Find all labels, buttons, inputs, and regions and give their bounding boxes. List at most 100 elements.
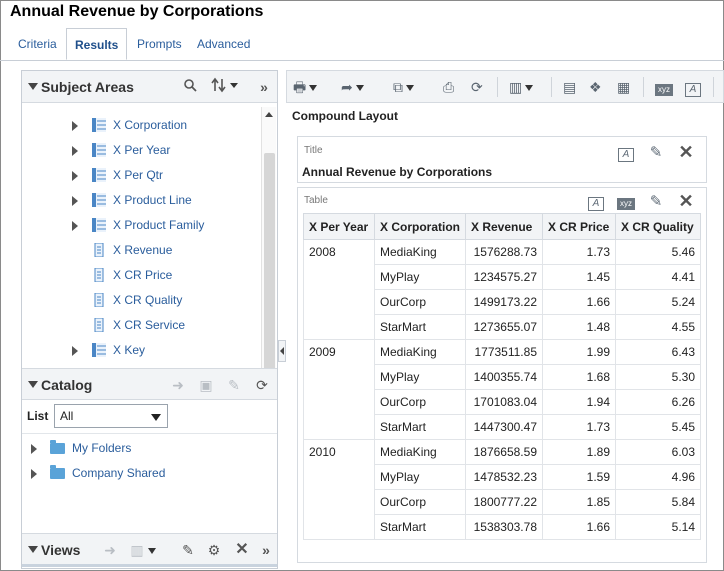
search-icon[interactable] <box>180 77 200 97</box>
tree-item-label: X Corporation <box>113 118 188 132</box>
expand-icon[interactable] <box>31 469 37 479</box>
tree-item-label: X Per Year <box>113 143 171 157</box>
pane-splitter[interactable] <box>278 340 286 362</box>
export-icon[interactable]: ➦ <box>341 78 364 96</box>
tab-advanced[interactable]: Advanced <box>189 28 258 60</box>
filter-icon[interactable]: ❖ <box>589 78 602 96</box>
add-column-icon[interactable]: ▤ <box>563 78 576 96</box>
revenue-cell: 1773511.85 <box>465 339 543 365</box>
edit-icon[interactable]: ✎ <box>646 143 666 163</box>
view-properties-icon[interactable]: ⚙ <box>204 540 224 560</box>
tree-item[interactable]: X Per Qtr <box>22 164 260 186</box>
tree-item[interactable]: X CR Service <box>22 314 260 336</box>
tree-item[interactable]: X CR Price <box>22 264 260 286</box>
new-view-icon[interactable]: ▥ <box>509 78 534 96</box>
tree-item[interactable]: X Key <box>22 339 260 361</box>
sort-icon[interactable] <box>208 77 242 97</box>
toolbar-separator <box>643 77 644 97</box>
scroll-thumb[interactable] <box>264 153 275 381</box>
edit-icon[interactable]: ✎ <box>178 540 198 560</box>
tab-criteria[interactable]: Criteria <box>10 28 65 60</box>
measure-column-icon <box>94 293 104 307</box>
subject-areas-header[interactable]: Subject Areas » <box>22 71 277 103</box>
catalog-folder-item[interactable]: Company Shared <box>22 462 260 484</box>
expand-icon[interactable] <box>72 146 78 156</box>
results-pane: 🖶 ➦ ⧉ ⎙ ⟳ ▥ ▤ ❖ ▦ xyz A Compound Layout … <box>286 70 724 569</box>
format-text-icon[interactable]: A <box>616 143 636 163</box>
cr-quality-cell: 4.96 <box>615 464 701 490</box>
column-header[interactable]: X CR Quality <box>615 213 701 240</box>
results-table: X Per Year X Corporation X Revenue X CR … <box>303 213 701 540</box>
column-header[interactable]: X CR Price <box>542 213 616 240</box>
edit-icon[interactable]: ✎ <box>646 192 666 212</box>
catalog-folder-item[interactable]: My Folders <box>22 437 260 459</box>
tree-item[interactable]: X Corporation <box>22 114 260 136</box>
static-text-icon[interactable]: A <box>685 78 701 97</box>
tab-divider <box>0 60 724 61</box>
tree-item[interactable]: X CR Quality <box>22 289 260 311</box>
tree-item-label: X Product Family <box>113 218 205 232</box>
tree-item[interactable]: X Product Line <box>22 189 260 211</box>
left-pane: Subject Areas » X Corporation X Per Year… <box>21 70 278 569</box>
table-row: 2010 MediaKing 1876658.59 1.89 6.03 <box>303 439 701 540</box>
close-icon[interactable]: ✕ <box>676 191 696 211</box>
print-icon[interactable]: 🖶 <box>293 78 318 96</box>
tree-item[interactable]: X Revenue <box>22 239 260 261</box>
close-icon[interactable]: ✕ <box>676 142 696 162</box>
corporation-cell: MediaKing <box>374 239 466 265</box>
edit-icon: ✎ <box>228 377 240 393</box>
toolbar-separator <box>497 77 498 97</box>
xyz-format-icon[interactable]: xyz <box>616 192 636 212</box>
expand-icon[interactable] <box>72 121 78 131</box>
collapse-triangle-icon[interactable] <box>28 381 38 388</box>
tree-item-label: X Key <box>113 343 146 357</box>
expand-icon[interactable] <box>72 196 78 206</box>
collapse-triangle-icon[interactable] <box>28 546 38 553</box>
collapse-triangle-icon[interactable] <box>28 83 38 90</box>
tree-item[interactable]: X Product Family <box>22 214 260 236</box>
refresh-icon[interactable]: ⟳ <box>471 78 483 96</box>
tab-prompts[interactable]: Prompts <box>129 28 190 60</box>
corporation-cell: StarMart <box>374 414 466 440</box>
expand-icon[interactable] <box>72 346 78 356</box>
close-icon[interactable]: ✕ <box>232 540 252 560</box>
expand-icon[interactable] <box>72 171 78 181</box>
chevron-down-icon[interactable] <box>151 414 161 421</box>
catalog-list-select[interactable]: All <box>54 404 168 428</box>
expand-icon[interactable] <box>72 221 78 231</box>
tree-item-label: X CR Quality <box>113 293 183 307</box>
preview-icon[interactable]: ⎙ <box>443 78 454 96</box>
text-icon[interactable]: xyz <box>655 78 673 96</box>
expand-icon[interactable] <box>31 444 37 454</box>
add-row-icon[interactable]: ▦ <box>617 78 630 96</box>
new-view-icon[interactable]: ▥ <box>126 540 160 560</box>
copy-icon[interactable]: ⧉ <box>393 78 414 96</box>
scroll-up-icon[interactable] <box>265 112 273 117</box>
tab-results[interactable]: Results <box>66 28 128 60</box>
column-header[interactable]: X Per Year <box>303 213 375 240</box>
title-view-label: Title <box>304 145 323 156</box>
collapse-left-icon[interactable] <box>280 347 284 355</box>
collapse-pane-icon[interactable]: » <box>254 77 274 97</box>
corporation-cell: MyPlay <box>374 464 466 490</box>
subject-areas-scrollbar[interactable] <box>261 107 276 399</box>
page-title: Annual Revenue by Corporations <box>10 3 264 20</box>
format-text-icon[interactable]: A <box>586 192 606 212</box>
cr-quality-cell: 5.24 <box>615 289 701 315</box>
cr-quality-cell: 4.55 <box>615 314 701 340</box>
results-toolbar: 🖶 ➦ ⧉ ⎙ ⟳ ▥ ▤ ❖ ▦ xyz A <box>286 70 724 103</box>
table-header-row: X Per Year X Corporation X Revenue X CR … <box>303 213 701 240</box>
tree-item-label: X Product Line <box>113 193 192 207</box>
corporation-cell: StarMart <box>374 514 466 540</box>
collapse-pane-icon[interactable]: » <box>256 540 276 560</box>
refresh-icon[interactable]: ⟳ <box>252 375 272 395</box>
title-view[interactable]: Title A ✎ ✕ Annual Revenue by Corporatio… <box>297 136 707 183</box>
folder-table-icon <box>92 168 106 182</box>
column-header[interactable]: X Revenue <box>465 213 543 240</box>
views-header[interactable]: Views ➜ ▥ ✎ ⚙ ✕ » <box>22 533 277 567</box>
tree-item[interactable]: X Per Year <box>22 139 260 161</box>
catalog-header[interactable]: Catalog ➜ ▣ ✎ ⟳ <box>22 368 277 400</box>
toolbar-separator <box>551 77 552 97</box>
measure-column-icon <box>94 243 104 257</box>
column-header[interactable]: X Corporation <box>374 213 466 240</box>
